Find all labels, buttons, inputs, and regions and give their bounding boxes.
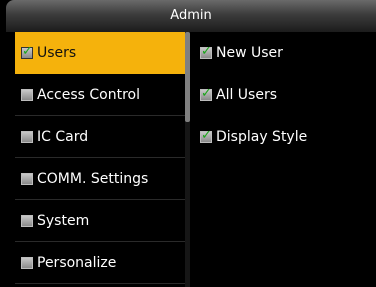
checkbox-icon[interactable] bbox=[21, 44, 33, 59]
menu-item-label: Users bbox=[37, 44, 77, 61]
submenu: New User All Users Display Style bbox=[190, 32, 376, 287]
checkbox-icon[interactable] bbox=[200, 44, 212, 59]
menu-item-label: Access Control bbox=[37, 86, 140, 103]
page-title: Admin bbox=[170, 8, 212, 23]
menu-item-ic-card[interactable]: IC Card bbox=[15, 116, 185, 158]
submenu-item-all-users[interactable]: All Users bbox=[190, 74, 376, 116]
menu-item-label: IC Card bbox=[37, 128, 89, 145]
left-menu: Users Access Control IC Card COMM. Setti… bbox=[15, 32, 185, 287]
submenu-item-label: All Users bbox=[216, 87, 278, 103]
checkbox-icon[interactable] bbox=[21, 88, 33, 101]
menu-item-label: System bbox=[37, 212, 90, 229]
menu-item-users[interactable]: Users bbox=[15, 32, 185, 74]
menu-item-access-control[interactable]: Access Control bbox=[15, 74, 185, 116]
checkbox-icon[interactable] bbox=[200, 86, 212, 101]
menu-item-comm-settings[interactable]: COMM. Settings bbox=[15, 158, 185, 200]
menu-item-system[interactable]: System bbox=[15, 200, 185, 242]
screen: Admin Users Access Control IC Card COMM.… bbox=[0, 0, 376, 287]
submenu-item-display-style[interactable]: Display Style bbox=[190, 116, 376, 158]
menu-item-label: COMM. Settings bbox=[37, 170, 149, 187]
title-bar: Admin bbox=[6, 0, 376, 32]
checkbox-icon[interactable] bbox=[21, 256, 33, 269]
menu-item-label: Personalize bbox=[37, 254, 117, 271]
submenu-item-label: New User bbox=[216, 45, 283, 61]
checkbox-icon[interactable] bbox=[21, 172, 33, 185]
checkbox-icon[interactable] bbox=[21, 214, 33, 227]
submenu-item-label: Display Style bbox=[216, 129, 308, 145]
submenu-item-new-user[interactable]: New User bbox=[190, 32, 376, 74]
menu-item-personalize[interactable]: Personalize bbox=[15, 242, 185, 284]
checkbox-icon[interactable] bbox=[21, 130, 33, 143]
checkbox-icon[interactable] bbox=[200, 128, 212, 143]
